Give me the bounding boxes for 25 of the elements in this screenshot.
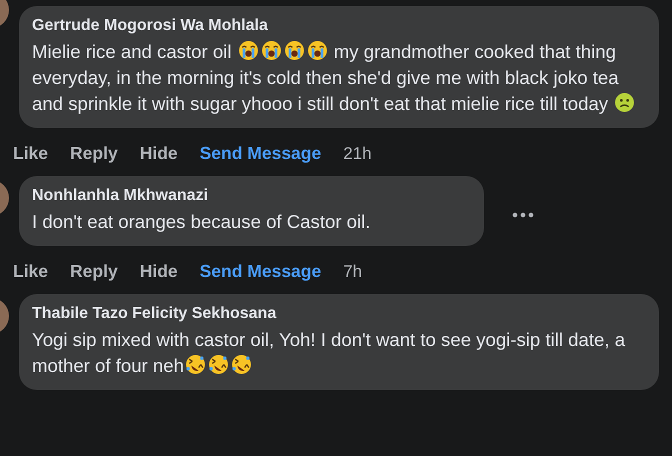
action-link[interactable]: Reply xyxy=(70,143,118,164)
crying-face-icon xyxy=(284,40,305,61)
comment-text: Mielie rice and castor oil my grandmother cooked that thing everyday, in the morning it's cold then she'd give me with black joko tea and sprinkle it with sugar yhooo i still don't eat that mielie rice till today xyxy=(32,39,645,117)
send-message-link[interactable]: Send Message xyxy=(200,261,322,282)
sick-face-icon xyxy=(614,92,636,113)
laughing-face-icon xyxy=(208,354,229,375)
action-link[interactable]: Hide xyxy=(140,143,178,164)
timestamp: 21h xyxy=(343,144,372,164)
send-message-link[interactable]: Send Message xyxy=(200,143,322,164)
laughing-face-icon xyxy=(230,354,252,375)
crying-face-icon xyxy=(238,40,259,61)
comment-text: Yogi sip mixed with castor oil, Yoh! I don't want to see yogi-sip till date, a mother of four neh xyxy=(32,328,626,378)
more-options-icon[interactable] xyxy=(512,212,534,218)
author-name[interactable]: Nonhlanhla Mkhwanazi xyxy=(32,185,470,207)
author-name[interactable]: Thabile Tazo Felicity Sekhosana xyxy=(32,303,645,325)
laughing-face-icon xyxy=(184,354,206,375)
crying-face-icon xyxy=(260,40,282,61)
timestamp: 7h xyxy=(343,262,362,282)
crying-face-icon xyxy=(306,40,328,61)
action-link[interactable]: Hide xyxy=(140,261,178,282)
action-link[interactable]: Reply xyxy=(70,261,118,282)
action-link[interactable]: Like xyxy=(13,143,48,164)
action-link[interactable]: Like xyxy=(13,261,48,282)
comment-text: I don't eat oranges because of Castor oil. xyxy=(32,210,372,234)
author-name[interactable]: Gertrude Mogorosi Wa Mohlala xyxy=(32,15,645,37)
